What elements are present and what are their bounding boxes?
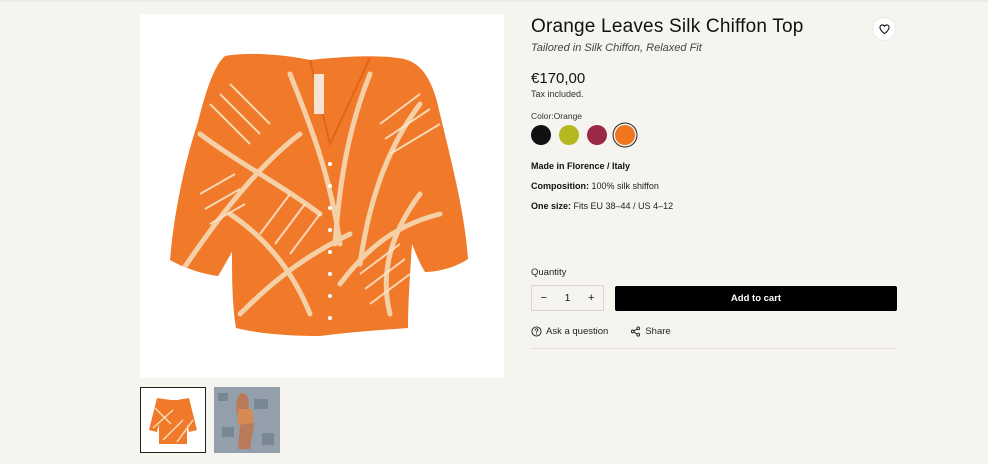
swatch-burgundy[interactable] [587, 125, 607, 145]
swatch-lime[interactable] [559, 125, 579, 145]
share-label: Share [645, 326, 671, 337]
product-main-image[interactable] [140, 14, 504, 378]
question-circle-icon [531, 326, 542, 337]
color-label: Color:Orange [531, 111, 583, 121]
wishlist-button[interactable] [872, 17, 896, 41]
product-title: Orange Leaves Silk Chiffon Top [531, 16, 804, 37]
quantity-increase-button[interactable]: + [579, 292, 603, 304]
thumbnail-product[interactable] [140, 387, 206, 453]
share-icon [631, 326, 641, 337]
product-subtitle: Tailored in Silk Chiffon, Relaxed Fit [531, 42, 702, 54]
add-to-cart-button[interactable]: Add to cart [615, 286, 897, 311]
share-link[interactable]: Share [630, 326, 671, 337]
ask-question-link[interactable]: Ask a question [531, 326, 608, 337]
spec-composition-value: 100% silk shiffon [591, 181, 659, 191]
quantity-stepper: − 1 + [531, 285, 604, 311]
spec-size: One size: Fits EU 38–44 / US 4–12 [531, 201, 673, 211]
heart-icon [878, 24, 890, 34]
spec-origin: Made in Florence / Italy [531, 161, 630, 171]
color-swatches [531, 125, 635, 145]
header-divider [0, 0, 988, 2]
swatch-orange[interactable] [615, 125, 635, 145]
product-image-blouse [140, 14, 504, 378]
ask-question-label: Ask a question [546, 326, 609, 337]
thumbnail-model-image [214, 387, 280, 453]
quantity-label: Quantity [531, 267, 567, 278]
spec-composition: Composition: 100% silk shiffon [531, 181, 659, 191]
product-actions: Ask a question Share [531, 326, 671, 337]
swatch-black[interactable] [531, 125, 551, 145]
spec-size-value: Fits EU 38–44 / US 4–12 [573, 201, 674, 211]
product-price: €170,00 [531, 70, 586, 87]
tax-note: Tax included. [531, 89, 584, 99]
thumbnail-model[interactable] [214, 387, 280, 453]
spec-composition-label: Composition: [531, 181, 589, 191]
spec-size-label: One size: [531, 201, 572, 211]
product-page: Orange Leaves Silk Chiffon Top Tailored … [0, 0, 988, 464]
actions-divider [531, 348, 897, 349]
thumbnail-blouse-image [143, 390, 203, 450]
quantity-value[interactable]: 1 [556, 293, 580, 304]
spec-origin-text: Made in Florence / Italy [531, 161, 631, 171]
quantity-decrease-button[interactable]: − [532, 292, 556, 304]
